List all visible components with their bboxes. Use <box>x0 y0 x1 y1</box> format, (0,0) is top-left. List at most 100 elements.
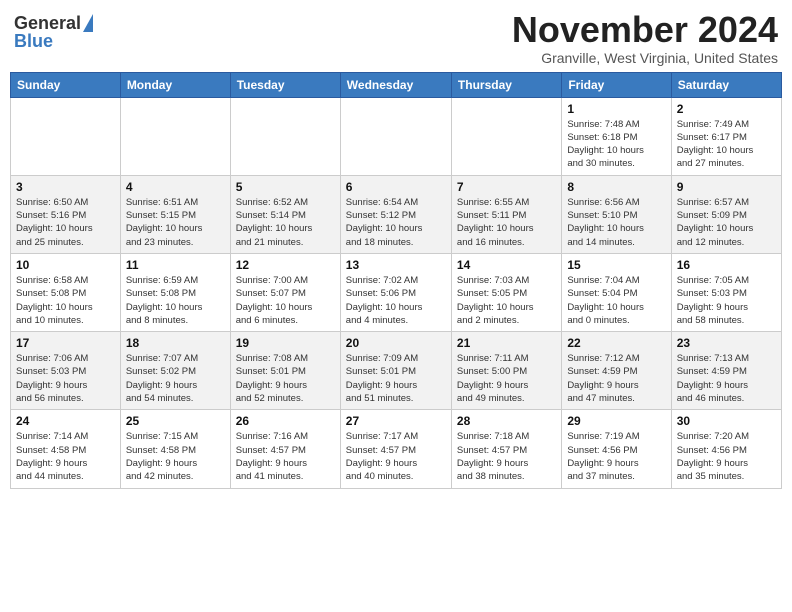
calendar-week-row: 17 Sunrise: 7:06 AM Sunset: 5:03 PM Dayli… <box>11 332 782 410</box>
day-number: 18 <box>126 336 225 350</box>
day-info: Sunrise: 7:07 AM Sunset: 5:02 PM Dayligh… <box>126 352 225 405</box>
calendar-cell: 29Sunrise: 7:19 AM Sunset: 4:56 PM Dayli… <box>562 410 671 488</box>
month-title: November 2024 <box>512 10 778 50</box>
day-number: 17 <box>16 336 115 350</box>
day-info: Sunrise: 6:56 AM Sunset: 5:10 PM Dayligh… <box>567 196 665 249</box>
day-info: Sunrise: 7:18 AM Sunset: 4:57 PM Dayligh… <box>457 430 556 483</box>
title-section: November 2024 Granville, West Virginia, … <box>512 10 778 66</box>
calendar-cell: 15 Sunrise: 7:04 AM Sunset: 5:04 PM Dayli… <box>562 253 671 331</box>
day-number: 28 <box>457 414 556 428</box>
logo-general-text: General <box>14 14 81 32</box>
day-info: Sunrise: 6:55 AM Sunset: 5:11 PM Dayligh… <box>457 196 556 249</box>
calendar-cell: 5 Sunrise: 6:52 AM Sunset: 5:14 PM Daylig… <box>230 175 340 253</box>
calendar-cell: 22 Sunrise: 7:12 AM Sunset: 4:59 PM Dayli… <box>562 332 671 410</box>
calendar-week-row: 1 Sunrise: 7:48 AM Sunset: 6:18 PM Daylig… <box>11 97 782 175</box>
day-info: Sunrise: 7:09 AM Sunset: 5:01 PM Dayligh… <box>346 352 446 405</box>
calendar-cell: 8 Sunrise: 6:56 AM Sunset: 5:10 PM Daylig… <box>562 175 671 253</box>
weekday-header-friday: Friday <box>562 72 671 97</box>
day-number: 4 <box>126 180 225 194</box>
day-number: 15 <box>567 258 665 272</box>
day-number: 22 <box>567 336 665 350</box>
calendar-cell: 4 Sunrise: 6:51 AM Sunset: 5:15 PM Daylig… <box>120 175 230 253</box>
calendar-cell: 26Sunrise: 7:16 AM Sunset: 4:57 PM Dayli… <box>230 410 340 488</box>
day-info: Sunrise: 7:08 AM Sunset: 5:01 PM Dayligh… <box>236 352 335 405</box>
day-info: Sunrise: 7:49 AM Sunset: 6:17 PM Dayligh… <box>677 118 776 171</box>
day-info: Sunrise: 6:57 AM Sunset: 5:09 PM Dayligh… <box>677 196 776 249</box>
day-info: Sunrise: 7:20 AM Sunset: 4:56 PM Dayligh… <box>677 430 776 483</box>
calendar-cell <box>340 97 451 175</box>
calendar-cell: 18 Sunrise: 7:07 AM Sunset: 5:02 PM Dayli… <box>120 332 230 410</box>
calendar-cell: 27Sunrise: 7:17 AM Sunset: 4:57 PM Dayli… <box>340 410 451 488</box>
calendar-cell: 24Sunrise: 7:14 AM Sunset: 4:58 PM Dayli… <box>11 410 121 488</box>
weekday-header-thursday: Thursday <box>451 72 561 97</box>
day-info: Sunrise: 7:04 AM Sunset: 5:04 PM Dayligh… <box>567 274 665 327</box>
calendar-cell: 12Sunrise: 7:00 AM Sunset: 5:07 PM Dayli… <box>230 253 340 331</box>
day-number: 16 <box>677 258 776 272</box>
day-number: 23 <box>677 336 776 350</box>
calendar-cell: 9 Sunrise: 6:57 AM Sunset: 5:09 PM Daylig… <box>671 175 781 253</box>
day-info: Sunrise: 7:15 AM Sunset: 4:58 PM Dayligh… <box>126 430 225 483</box>
day-number: 3 <box>16 180 115 194</box>
location-title: Granville, West Virginia, United States <box>512 50 778 66</box>
day-info: Sunrise: 7:03 AM Sunset: 5:05 PM Dayligh… <box>457 274 556 327</box>
weekday-header-wednesday: Wednesday <box>340 72 451 97</box>
day-number: 1 <box>567 102 665 116</box>
day-number: 20 <box>346 336 446 350</box>
day-info: Sunrise: 6:50 AM Sunset: 5:16 PM Dayligh… <box>16 196 115 249</box>
day-number: 11 <box>126 258 225 272</box>
calendar-cell <box>230 97 340 175</box>
day-info: Sunrise: 7:14 AM Sunset: 4:58 PM Dayligh… <box>16 430 115 483</box>
day-info: Sunrise: 7:05 AM Sunset: 5:03 PM Dayligh… <box>677 274 776 327</box>
day-number: 13 <box>346 258 446 272</box>
calendar-cell: 2Sunrise: 7:49 AM Sunset: 6:17 PM Daylig… <box>671 97 781 175</box>
day-info: Sunrise: 7:48 AM Sunset: 6:18 PM Dayligh… <box>567 118 665 171</box>
day-number: 25 <box>126 414 225 428</box>
calendar-week-row: 24Sunrise: 7:14 AM Sunset: 4:58 PM Dayli… <box>11 410 782 488</box>
day-number: 14 <box>457 258 556 272</box>
page-header: General Blue November 2024 Granville, We… <box>10 10 782 66</box>
day-number: 5 <box>236 180 335 194</box>
day-info: Sunrise: 7:12 AM Sunset: 4:59 PM Dayligh… <box>567 352 665 405</box>
weekday-header-saturday: Saturday <box>671 72 781 97</box>
calendar-cell: 19 Sunrise: 7:08 AM Sunset: 5:01 PM Dayli… <box>230 332 340 410</box>
calendar-cell <box>451 97 561 175</box>
calendar-cell: 17 Sunrise: 7:06 AM Sunset: 5:03 PM Dayli… <box>11 332 121 410</box>
day-number: 27 <box>346 414 446 428</box>
calendar-cell <box>11 97 121 175</box>
weekday-header-sunday: Sunday <box>11 72 121 97</box>
day-info: Sunrise: 7:06 AM Sunset: 5:03 PM Dayligh… <box>16 352 115 405</box>
day-info: Sunrise: 6:54 AM Sunset: 5:12 PM Dayligh… <box>346 196 446 249</box>
weekday-header-monday: Monday <box>120 72 230 97</box>
calendar-cell: 21Sunrise: 7:11 AM Sunset: 5:00 PM Dayli… <box>451 332 561 410</box>
day-info: Sunrise: 7:11 AM Sunset: 5:00 PM Dayligh… <box>457 352 556 405</box>
logo: General Blue <box>14 10 93 50</box>
day-number: 10 <box>16 258 115 272</box>
calendar-cell: 10 Sunrise: 6:58 AM Sunset: 5:08 PM Dayli… <box>11 253 121 331</box>
calendar-table: SundayMondayTuesdayWednesdayThursdayFrid… <box>10 72 782 489</box>
calendar-cell: 23Sunrise: 7:13 AM Sunset: 4:59 PM Dayli… <box>671 332 781 410</box>
day-number: 9 <box>677 180 776 194</box>
day-info: Sunrise: 6:59 AM Sunset: 5:08 PM Dayligh… <box>126 274 225 327</box>
calendar-cell: 16 Sunrise: 7:05 AM Sunset: 5:03 PM Dayli… <box>671 253 781 331</box>
day-number: 30 <box>677 414 776 428</box>
calendar-cell: 11 Sunrise: 6:59 AM Sunset: 5:08 PM Dayli… <box>120 253 230 331</box>
day-info: Sunrise: 6:52 AM Sunset: 5:14 PM Dayligh… <box>236 196 335 249</box>
calendar-cell: 7Sunrise: 6:55 AM Sunset: 5:11 PM Daylig… <box>451 175 561 253</box>
calendar-cell: 20 Sunrise: 7:09 AM Sunset: 5:01 PM Dayli… <box>340 332 451 410</box>
calendar-cell: 1 Sunrise: 7:48 AM Sunset: 6:18 PM Daylig… <box>562 97 671 175</box>
day-info: Sunrise: 6:58 AM Sunset: 5:08 PM Dayligh… <box>16 274 115 327</box>
day-number: 19 <box>236 336 335 350</box>
day-number: 8 <box>567 180 665 194</box>
day-info: Sunrise: 7:02 AM Sunset: 5:06 PM Dayligh… <box>346 274 446 327</box>
day-info: Sunrise: 7:19 AM Sunset: 4:56 PM Dayligh… <box>567 430 665 483</box>
logo-blue-text: Blue <box>14 32 53 50</box>
weekday-header-row: SundayMondayTuesdayWednesdayThursdayFrid… <box>11 72 782 97</box>
weekday-header-tuesday: Tuesday <box>230 72 340 97</box>
day-info: Sunrise: 6:51 AM Sunset: 5:15 PM Dayligh… <box>126 196 225 249</box>
calendar-cell <box>120 97 230 175</box>
calendar-cell: 28 Sunrise: 7:18 AM Sunset: 4:57 PM Dayli… <box>451 410 561 488</box>
calendar-week-row: 10 Sunrise: 6:58 AM Sunset: 5:08 PM Dayli… <box>11 253 782 331</box>
day-number: 26 <box>236 414 335 428</box>
calendar-cell: 30 Sunrise: 7:20 AM Sunset: 4:56 PM Dayli… <box>671 410 781 488</box>
day-info: Sunrise: 7:00 AM Sunset: 5:07 PM Dayligh… <box>236 274 335 327</box>
